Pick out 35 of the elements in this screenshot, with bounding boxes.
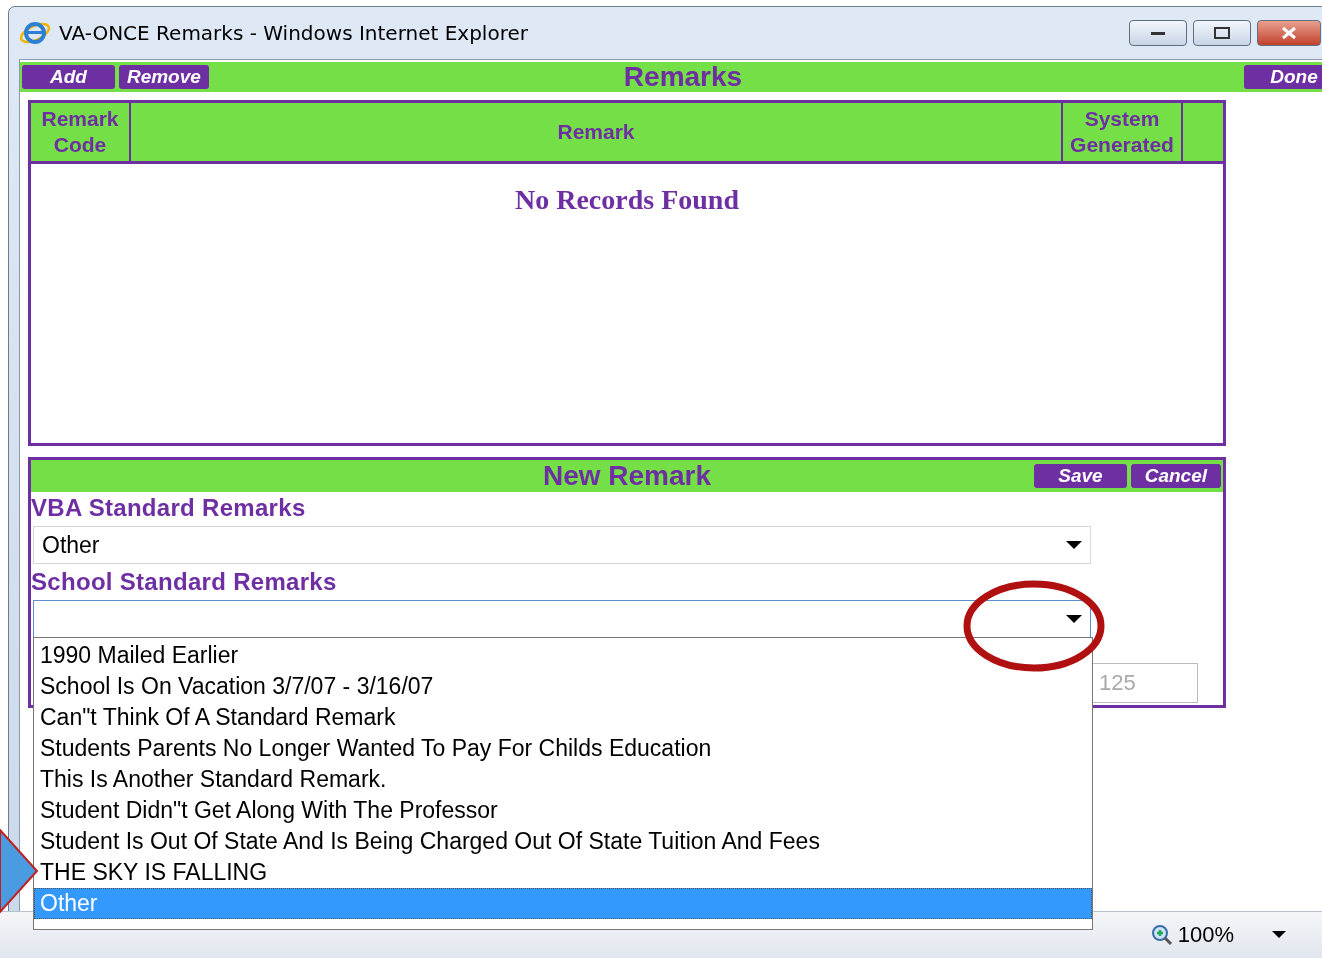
dropdown-option[interactable]: School Is On Vacation 3/7/07 - 3/16/07 [34,671,1092,702]
form-button[interactable]: Cancel [1130,464,1221,488]
dropdown-option[interactable]: This Is Another Standard Remark. [34,764,1092,795]
dropdown-caret-icon[interactable] [1272,931,1286,939]
caret-icon [1066,540,1082,550]
column-header: System Generated [1063,103,1183,161]
window-title: VA-ONCE Remarks - Windows Internet Explorer [59,21,528,45]
dropdown-option[interactable]: Student Is Out Of State And Is Being Charged Out Of State Tuition And Fees [34,826,1092,857]
maximize-icon [1214,27,1230,39]
dropdown-option[interactable]: Student Didn"t Get Along With The Professor [34,795,1092,826]
vba-remarks-dropdown[interactable]: Other [33,526,1091,564]
zoom-icon [1149,923,1174,947]
dropdown-option[interactable]: Can"t Think Of A Standard Remark [34,702,1092,733]
maximize-button[interactable] [1193,20,1251,46]
done-button[interactable]: Done [1244,65,1322,89]
section-title: New Remark [542,460,712,492]
field-label: VBA Standard Remarks [31,494,307,522]
dropdown-option[interactable]: 1990 Mailed Earlier [34,640,1092,671]
field-label: School Standard Remarks [31,568,338,596]
minimize-button[interactable] [1129,20,1187,46]
page-title: Remarks [623,61,743,93]
caret-icon [1066,614,1082,624]
close-icon [1281,26,1297,40]
form-button[interactable]: Save [1034,464,1127,488]
character-counter: 125 [1092,663,1198,703]
column-header: Remark [131,103,1063,161]
dropdown-option[interactable]: Students Parents No Longer Wanted To Pay For Childs Education [34,733,1092,764]
dropdown-option[interactable]: THE SKY IS FALLING [34,857,1092,888]
toolbar-button[interactable]: Remove [118,65,209,89]
close-button[interactable] [1257,20,1321,46]
minimize-icon [1151,30,1165,36]
column-header: Remark Code [31,103,131,161]
toolbar-button[interactable]: Add [22,65,115,89]
empty-message: No Records Found [514,184,740,216]
zoom-control[interactable]: 100% [1149,922,1234,948]
